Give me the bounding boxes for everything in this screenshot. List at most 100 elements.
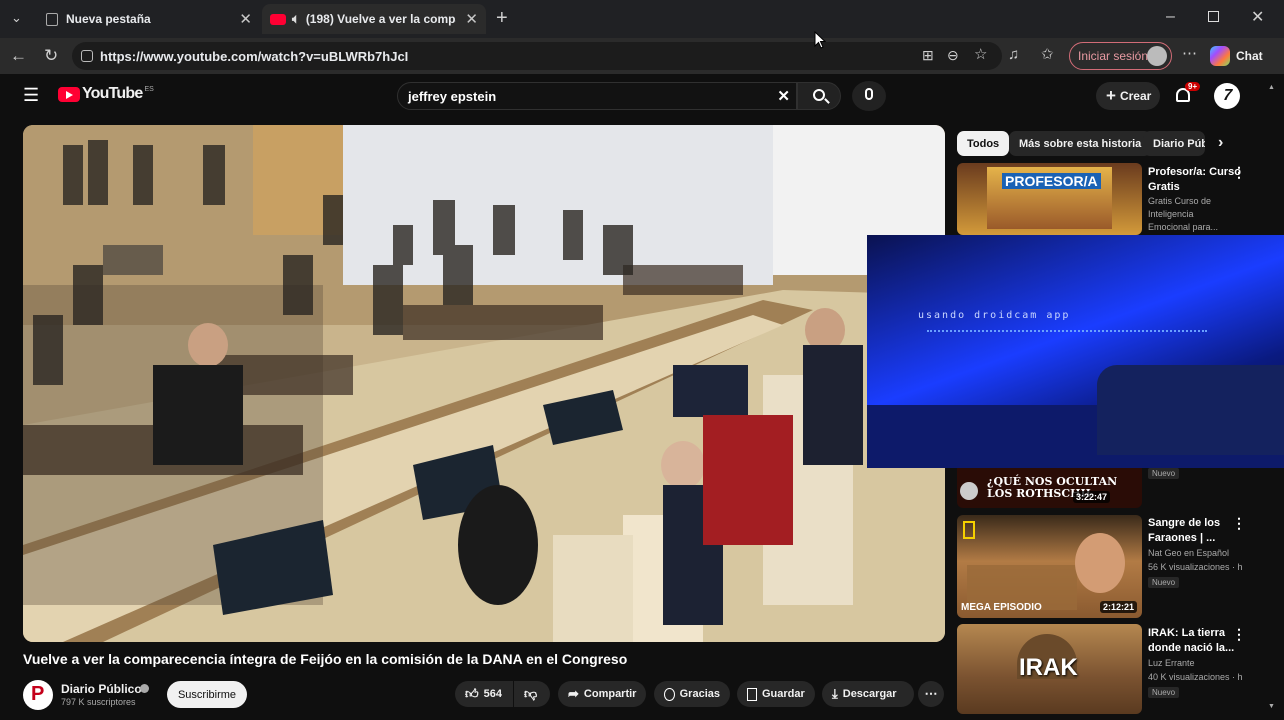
video-duration: 2:12:21: [1099, 601, 1137, 613]
new-badge: Nuevo: [1148, 577, 1180, 588]
subscriber-count: 797 K suscriptores: [61, 697, 136, 707]
thanks-label: Gracias: [679, 688, 720, 700]
share-button[interactable]: ➦ Compartir: [558, 681, 646, 707]
chat-label: Chat: [1236, 49, 1263, 63]
subscribe-button[interactable]: Suscribirme: [167, 681, 247, 708]
sidebar-thumbnail[interactable]: IRAK: [957, 624, 1142, 714]
scroll-up-icon[interactable]: ▲: [1268, 84, 1275, 91]
more-vertical-icon[interactable]: ⋮: [1232, 515, 1246, 532]
more-vertical-icon[interactable]: ⋮: [1232, 164, 1246, 181]
avatar-glyph-icon: 7: [1220, 87, 1235, 104]
youtube-logo[interactable]: YouTube ES: [58, 85, 154, 103]
tab-label: (198) Vuelve a ver la comparecencia: [305, 12, 456, 26]
brand-frame-icon: [963, 521, 975, 539]
media-control-icon[interactable]: ♫: [1008, 47, 1019, 62]
speaker-icon[interactable]: 🔈︎: [292, 11, 300, 27]
sidebar-video-meta: 56 K visualizaciones · h: [1148, 562, 1243, 572]
sidebar-video-meta: Inteligencia: [1148, 209, 1194, 219]
search-input[interactable]: jeffrey epstein ✕: [397, 82, 797, 110]
thumbnail-text: PROFESOR/A: [1002, 173, 1101, 189]
like-button[interactable]: 👍︎ 564: [455, 681, 513, 707]
save-label: Guardar: [762, 688, 805, 700]
site-info-icon[interactable]: [81, 50, 93, 62]
dislike-button[interactable]: 👎︎: [514, 681, 550, 707]
thumbs-up-icon: 👍︎: [465, 686, 479, 701]
subscribe-label: Suscribirme: [177, 688, 237, 701]
close-tab-icon[interactable]: ✕: [465, 10, 478, 28]
scroll-down-icon[interactable]: ▼: [1268, 703, 1275, 710]
notifications-button[interactable]: 9+: [1174, 82, 1201, 107]
sidebar-video-meta: Emocional para...: [1148, 222, 1219, 232]
verified-icon: [140, 684, 149, 693]
thanks-icon: [664, 687, 675, 701]
save-button[interactable]: Guardar: [737, 681, 815, 707]
channel-logo-icon: P: [31, 683, 45, 705]
zoom-icon[interactable]: ⊖: [947, 48, 959, 62]
sidebar-video-title[interactable]: Profesor/a: Curso Gratis: [1148, 165, 1244, 195]
app-icon[interactable]: ⊞: [922, 48, 934, 62]
chip-all[interactable]: Todos: [957, 131, 1010, 156]
create-label: Crear: [1119, 89, 1152, 103]
download-button[interactable]: ⤓ Descargar: [822, 681, 914, 707]
microphone-icon: [865, 88, 873, 100]
chip-more-story[interactable]: Más sobre esta historia: [1009, 131, 1152, 156]
download-label: Descargar: [842, 688, 897, 700]
thumbnail-text: MEGA EPISODIO: [961, 602, 1042, 613]
sidebar-thumbnail[interactable]: ¿QUÉ NOS OCULTAN LOS ROTHSCHIL 3:22:47: [957, 468, 1142, 508]
page-scrollbar[interactable]: ▲ ▼: [1268, 84, 1276, 710]
sidebar-video-title[interactable]: IRAK: La tierra donde nació la...: [1148, 626, 1244, 656]
thumbs-down-icon: 👎︎: [524, 686, 538, 701]
sidebar-thumbnail[interactable]: PROFESOR/A: [957, 163, 1142, 235]
copilot-chat-button[interactable]: Chat: [1210, 42, 1274, 70]
sidebar-video-title[interactable]: Sangre de los Faraones | ...: [1148, 516, 1244, 546]
create-button[interactable]: + Crear: [1096, 82, 1160, 110]
plus-icon: +: [1106, 86, 1116, 105]
back-icon[interactable]: ←: [10, 47, 27, 64]
mouse-cursor-icon: [814, 31, 826, 49]
sidebar-thumbnail[interactable]: MEGA EPISODIO 2:12:21: [957, 515, 1142, 618]
channel-name[interactable]: Diario Público: [61, 682, 142, 696]
chevron-right-icon[interactable]: ›: [1218, 134, 1223, 152]
chip-label: Diario Públ: [1153, 137, 1205, 150]
chip-diario-publico[interactable]: Diario Públ: [1143, 131, 1205, 156]
page-icon: [46, 12, 58, 26]
channel-avatar[interactable]: P: [23, 680, 53, 710]
account-avatar[interactable]: 7: [1214, 83, 1240, 109]
voice-search-button[interactable]: [852, 81, 886, 111]
minimize-icon[interactable]: –: [1166, 9, 1175, 25]
search-button[interactable]: [797, 82, 841, 110]
chip-label: Más sobre esta historia: [1019, 137, 1142, 150]
favorite-star-icon[interactable]: ☆: [974, 47, 987, 62]
signin-label: Iniciar sesión: [1078, 49, 1149, 63]
signin-button[interactable]: Iniciar sesión: [1069, 42, 1172, 70]
search-query: jeffrey epstein: [408, 88, 497, 104]
more-menu-icon[interactable]: ⋯: [1182, 46, 1197, 61]
logo-region: ES: [144, 85, 154, 93]
bookmark-icon: [747, 687, 757, 701]
video-frame-illustration: [23, 125, 945, 642]
reload-icon[interactable]: ↻: [44, 47, 58, 64]
sidebar-video-meta: Nat Geo en Español: [1148, 548, 1230, 558]
new-tab-icon[interactable]: +: [496, 8, 508, 28]
more-vertical-icon[interactable]: ⋮: [1232, 626, 1246, 643]
clear-search-icon[interactable]: ✕: [777, 87, 790, 105]
hamburger-menu-icon[interactable]: ☰: [23, 86, 39, 104]
more-actions-button[interactable]: ⋯: [918, 681, 944, 707]
close-tab-icon[interactable]: ✕: [239, 10, 252, 28]
tab-list-icon[interactable]: ⌄: [11, 11, 22, 24]
download-icon: ⤓: [832, 686, 838, 701]
tab-new-tab[interactable]: Nueva pestaña ✕: [36, 4, 260, 34]
sidebar-video-meta: Gratis Curso de: [1148, 196, 1212, 206]
close-window-icon[interactable]: ✕: [1251, 10, 1264, 26]
tab-youtube[interactable]: 🔈︎ (198) Vuelve a ver la comparecencia ✕: [262, 4, 486, 34]
logo-text: YouTube: [82, 85, 143, 102]
maximize-icon[interactable]: [1208, 11, 1219, 22]
tab-label: Nueva pestaña: [66, 12, 151, 26]
thanks-button[interactable]: Gracias: [654, 681, 730, 707]
url-field[interactable]: https://www.youtube.com/watch?v=uBLWRb7h…: [72, 42, 1002, 70]
share-label: Compartir: [583, 688, 637, 700]
favorites-icon[interactable]: ✩: [1041, 47, 1054, 62]
video-player[interactable]: [23, 125, 945, 642]
webcam-overlay: usando droidcam app: [867, 235, 1284, 468]
share-icon: ➦: [568, 686, 579, 701]
